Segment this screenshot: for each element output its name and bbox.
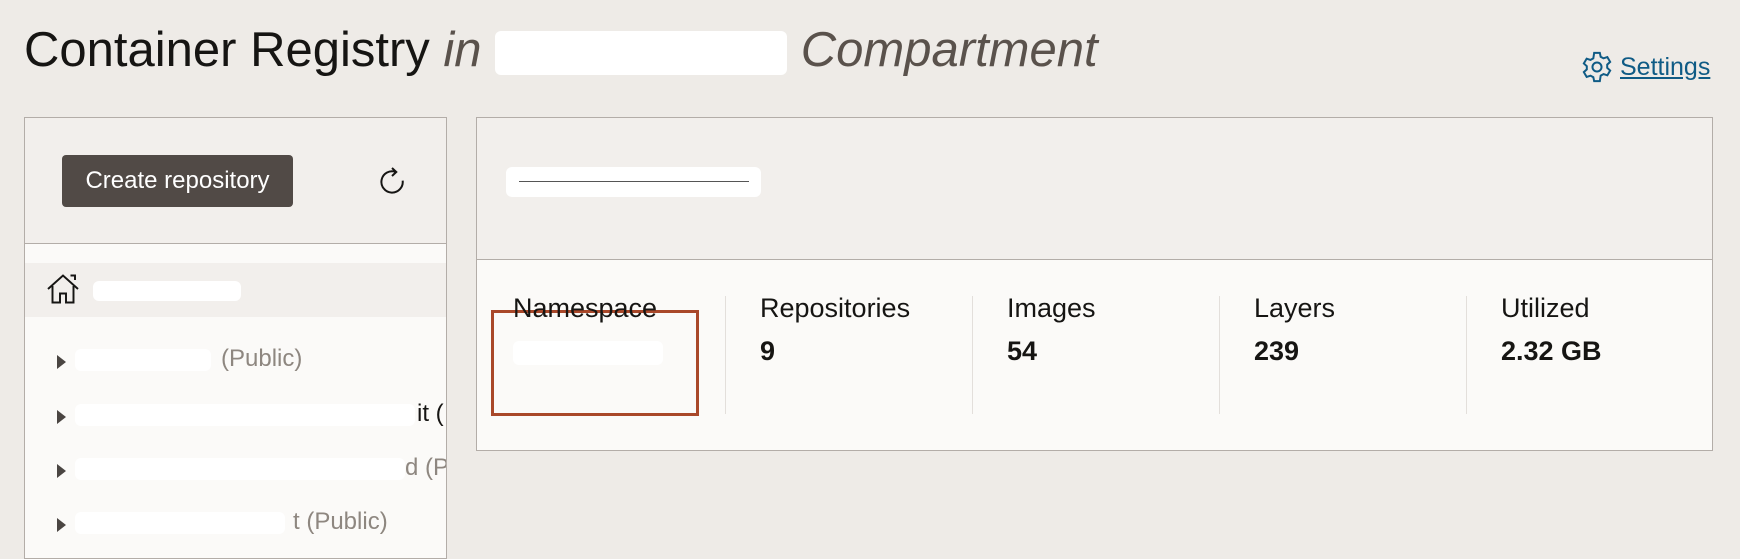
repository-item[interactable]: (Public)	[25, 343, 446, 383]
stat-images: Images 54	[1007, 293, 1096, 366]
stat-utilized: Utilized 2.32 GB	[1501, 293, 1602, 366]
expand-caret-icon[interactable]	[57, 464, 66, 478]
summary-header	[477, 118, 1712, 260]
redacted-compartment-title	[506, 167, 761, 197]
compartment-summary-panel: Namespace Repositories 9 Images 54 Layer…	[476, 117, 1713, 451]
page-title: Container Registry in Compartment	[24, 23, 1098, 77]
create-repository-button[interactable]: Create repository	[62, 155, 293, 207]
gear-icon	[1582, 51, 1612, 83]
repository-item[interactable]: it (	[25, 398, 446, 438]
redacted-compartment	[495, 31, 788, 76]
settings-link[interactable]: Settings	[1580, 50, 1710, 84]
compartment-root-item[interactable]	[25, 263, 446, 317]
expand-caret-icon[interactable]	[57, 518, 66, 532]
repository-item[interactable]: t (Public)	[25, 506, 446, 546]
refresh-icon[interactable]	[376, 166, 408, 198]
stat-layers: Layers 239	[1254, 293, 1336, 366]
expand-caret-icon[interactable]	[57, 355, 66, 369]
repository-item[interactable]: d (Pu	[25, 452, 446, 492]
stat-namespace: Namespace	[513, 293, 743, 367]
redacted-compartment-name	[93, 281, 241, 301]
home-icon	[47, 274, 79, 304]
sidebar-header: Create repository	[25, 118, 446, 244]
expand-caret-icon[interactable]	[57, 410, 66, 424]
stat-repositories: Repositories 9	[760, 293, 911, 366]
repository-sidebar: Create repository (Public) it ( d (Pu t …	[24, 117, 447, 559]
